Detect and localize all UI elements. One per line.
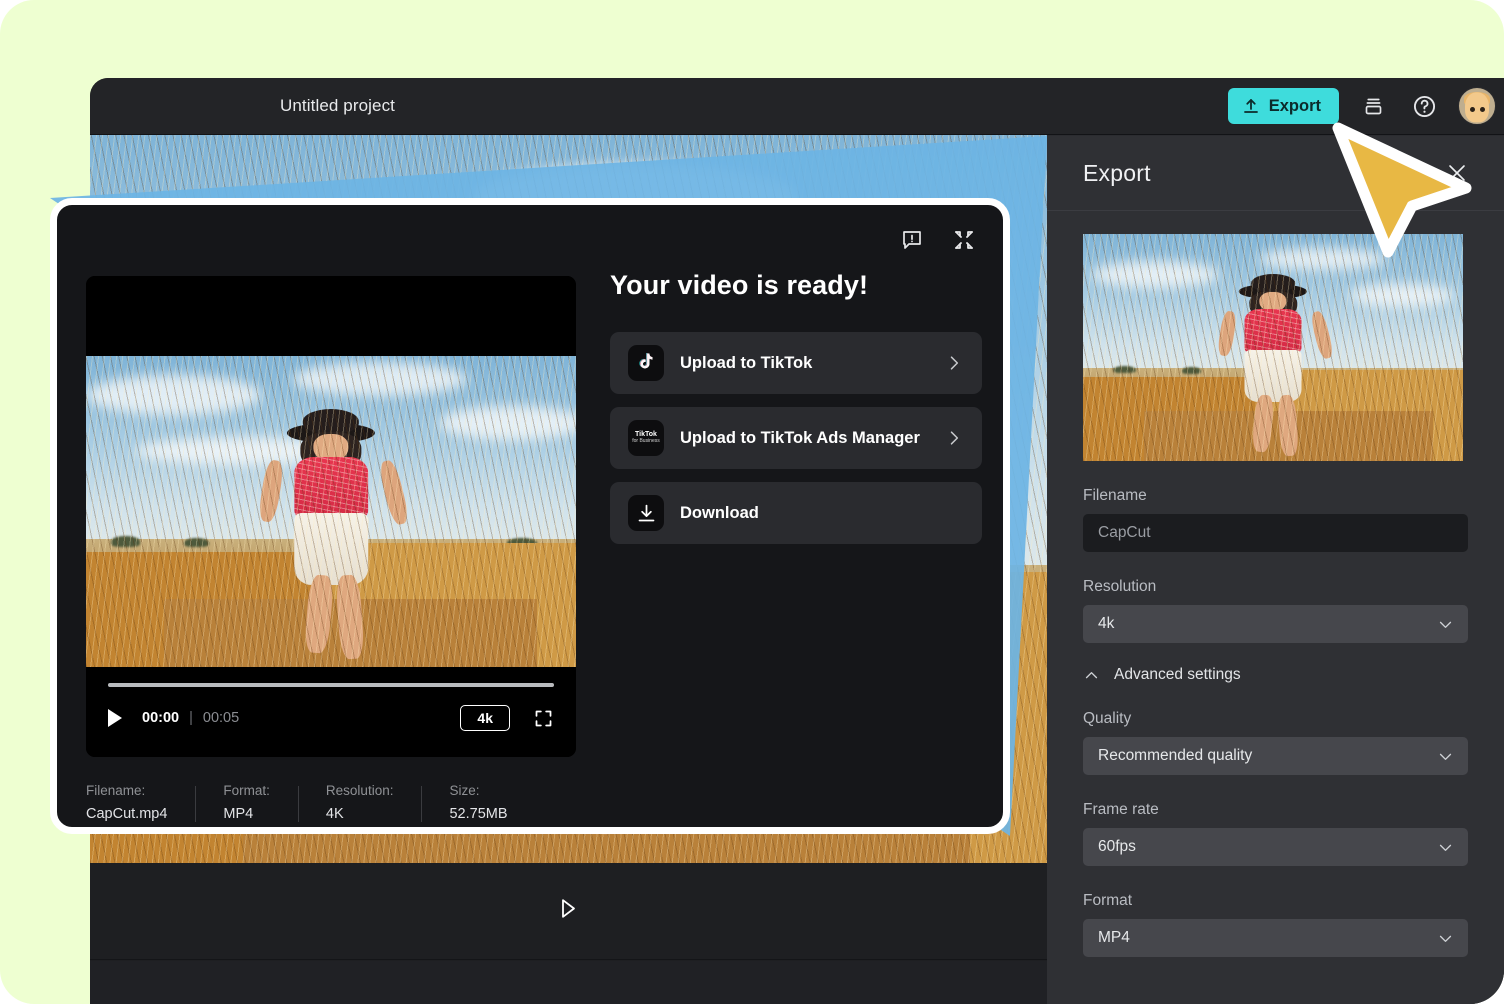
chevron-down-icon xyxy=(1437,839,1454,856)
question-mark-icon[interactable] xyxy=(1407,89,1441,123)
export-button[interactable]: Export xyxy=(1228,88,1339,124)
quality-label: Quality xyxy=(1083,710,1468,728)
duration: 00:05 xyxy=(203,710,239,726)
layout-panels-icon[interactable] xyxy=(1356,89,1390,123)
meta-resolution: Resolution: 4K xyxy=(298,783,422,822)
modal-title: Your video is ready! xyxy=(610,270,868,301)
feedback-bubble-icon[interactable] xyxy=(897,225,927,255)
export-panel: Export xyxy=(1047,136,1504,1004)
export-panel-header: Export xyxy=(1047,136,1504,211)
meta-format: Format: MP4 xyxy=(195,783,298,822)
share-options-list: Upload to TikTok TikTok for Business Upl… xyxy=(610,332,982,544)
meta-filename-value: CapCut.mp4 xyxy=(86,806,167,822)
upload-to-tiktok-ads-manager-label: Upload to TikTok Ads Manager xyxy=(680,429,920,448)
format-value: MP4 xyxy=(1098,929,1437,947)
modal-video-player[interactable]: 00:00 | 00:05 4k xyxy=(86,276,576,757)
chevron-up-icon xyxy=(1083,667,1100,684)
current-time: 00:00 xyxy=(142,710,179,726)
top-toolbar: Untitled project Export xyxy=(90,78,1504,135)
download-row[interactable]: Download xyxy=(610,482,982,544)
format-select[interactable]: MP4 xyxy=(1083,919,1468,957)
quality-select[interactable]: Recommended quality xyxy=(1083,737,1468,775)
meta-size: Size: 52.75MB xyxy=(421,783,535,822)
collapse-arrows-icon[interactable] xyxy=(949,225,979,255)
meta-resolution-value: 4K xyxy=(326,806,394,822)
advanced-settings-toggle[interactable]: Advanced settings xyxy=(1083,666,1468,684)
chevron-down-icon xyxy=(1437,748,1454,765)
filename-label: Filename xyxy=(1083,487,1468,505)
upload-to-tiktok-ads-manager-row[interactable]: TikTok for Business Upload to TikTok Ads… xyxy=(610,407,982,469)
download-label: Download xyxy=(680,504,759,523)
field-filename: Filename CapCut xyxy=(1083,487,1468,552)
upload-icon xyxy=(1242,97,1260,115)
export-preview-thumbnail xyxy=(1083,234,1463,461)
play-icon[interactable] xyxy=(108,709,122,727)
video-control-row: 00:00 | 00:05 4k xyxy=(108,705,554,731)
video-scrubber[interactable] xyxy=(108,683,554,687)
format-label: Format xyxy=(1083,892,1468,910)
modal-action-icons xyxy=(897,225,979,255)
field-format: Format MP4 xyxy=(1083,892,1468,957)
editor-playbar xyxy=(90,863,1047,960)
photo-haybales-woman-video xyxy=(86,356,576,667)
quality-value: Recommended quality xyxy=(1098,747,1437,765)
project-title[interactable]: Untitled project xyxy=(280,96,395,116)
upload-to-tiktok-row[interactable]: Upload to TikTok xyxy=(610,332,982,394)
editor-timeline[interactable] xyxy=(90,961,1047,1004)
advanced-settings-label: Advanced settings xyxy=(1114,666,1241,684)
close-icon[interactable] xyxy=(1442,158,1472,188)
video-letterbox xyxy=(86,276,576,356)
export-metadata: Filename: CapCut.mp4 Format: MP4 Resolut… xyxy=(86,783,576,822)
meta-format-value: MP4 xyxy=(223,806,270,822)
resolution-select[interactable]: 4k xyxy=(1083,605,1468,643)
frame-rate-label: Frame rate xyxy=(1083,801,1468,819)
video-controls: 00:00 | 00:05 4k xyxy=(86,667,576,757)
fullscreen-icon[interactable] xyxy=(532,707,554,729)
frame-rate-select[interactable]: 60fps xyxy=(1083,828,1468,866)
page-backdrop: Untitled project Export xyxy=(0,0,1504,1004)
meta-size-key: Size: xyxy=(449,783,507,798)
meta-resolution-key: Resolution: xyxy=(326,783,394,798)
resolution-label: Resolution xyxy=(1083,578,1468,596)
field-resolution: Resolution 4k xyxy=(1083,578,1468,643)
photo-haybales-woman-thumb xyxy=(1083,234,1463,461)
filename-input[interactable]: CapCut xyxy=(1083,514,1468,552)
field-frame-rate: Frame rate 60fps xyxy=(1083,801,1468,866)
export-button-label: Export xyxy=(1269,97,1321,116)
export-panel-title: Export xyxy=(1083,160,1151,187)
meta-filename: Filename: CapCut.mp4 xyxy=(86,783,195,822)
avatar-eye-right xyxy=(1480,107,1485,112)
upload-to-tiktok-label: Upload to TikTok xyxy=(680,354,812,373)
download-icon xyxy=(628,495,664,531)
meta-filename-key: Filename: xyxy=(86,783,167,798)
field-quality: Quality Recommended quality xyxy=(1083,710,1468,775)
export-success-modal: 00:00 | 00:05 4k Filename: CapCut.mp4 xyxy=(50,198,1010,834)
chevron-right-icon xyxy=(944,428,964,448)
user-avatar[interactable] xyxy=(1458,87,1496,125)
chevron-right-icon xyxy=(944,353,964,373)
quality-badge[interactable]: 4k xyxy=(460,705,510,731)
time-separator: | xyxy=(189,710,193,726)
chevron-down-icon xyxy=(1437,930,1454,947)
tiktok-business-icon: TikTok for Business xyxy=(628,420,664,456)
frame-rate-value: 60fps xyxy=(1098,838,1437,856)
avatar-eye-left xyxy=(1470,107,1475,112)
avatar-face xyxy=(1465,92,1489,122)
toolbar-actions: Export xyxy=(1228,87,1504,125)
play-outline-icon[interactable] xyxy=(560,898,577,924)
meta-format-key: Format: xyxy=(223,783,270,798)
chevron-down-icon xyxy=(1437,616,1454,633)
video-frame xyxy=(86,356,576,667)
meta-size-value: 52.75MB xyxy=(449,806,507,822)
resolution-value: 4k xyxy=(1098,615,1437,633)
tiktok-icon xyxy=(628,345,664,381)
